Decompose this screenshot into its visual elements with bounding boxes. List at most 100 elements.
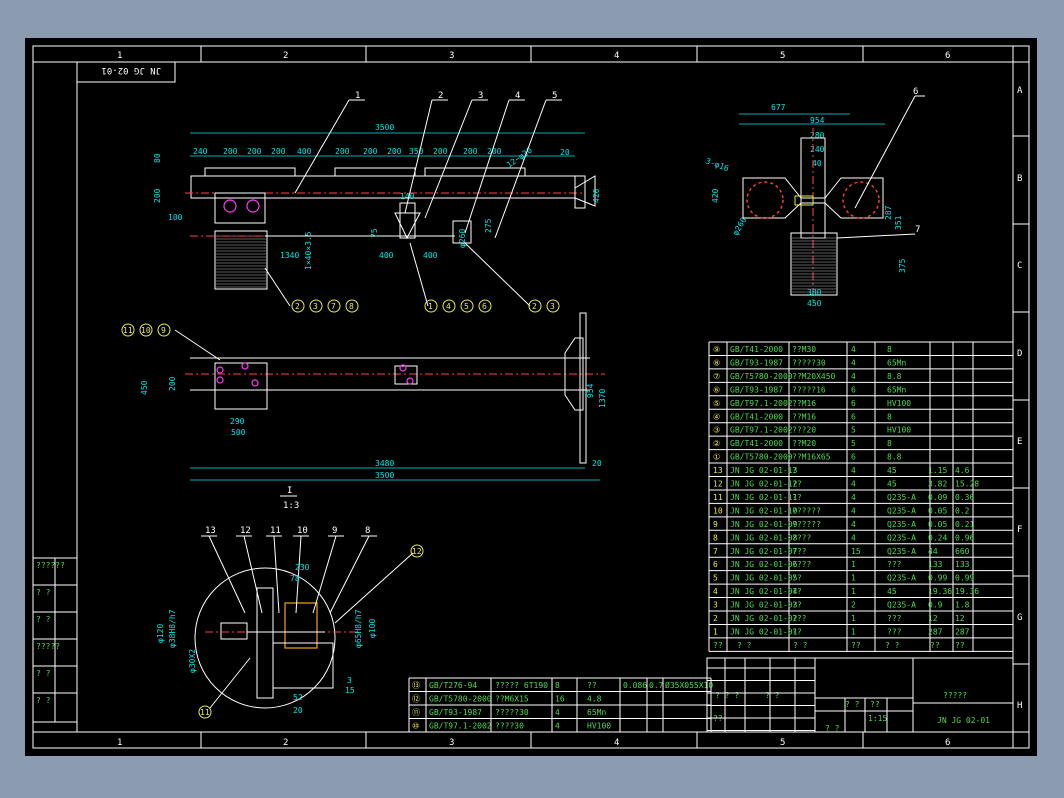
- dim-3480: 3480: [375, 459, 394, 468]
- bom-bottom-cell: 4: [555, 722, 560, 731]
- drawing-sheet: 123456 123456 ABCDEFGH JN JG 02-01 3500 …: [25, 38, 1037, 756]
- bom-header-cell: ??: [851, 641, 861, 650]
- title-name: ?????: [943, 691, 967, 700]
- bom-cell: ???: [792, 547, 807, 556]
- bom-cell: 8: [887, 439, 892, 448]
- seg-dim: 200: [223, 147, 238, 156]
- bom-cell: 287: [955, 627, 970, 636]
- dim-phi260-side: φ260: [731, 216, 749, 237]
- bom-cell: 10: [713, 506, 723, 515]
- bom-cell: ??: [792, 480, 802, 489]
- bom-cell: 4.6: [955, 466, 970, 475]
- zone-col-bottom-5: 5: [780, 738, 785, 748]
- dim-420: 420: [592, 188, 601, 203]
- detail-label-11: 11: [270, 526, 281, 536]
- bom-cell: GB/T5780-2000: [730, 372, 793, 381]
- bom-bottom-cell: ?????30: [495, 708, 529, 717]
- callout-mid-1: 1: [428, 302, 433, 311]
- bom-cell: 19.36: [955, 587, 979, 596]
- bom-cell: 1: [851, 560, 856, 569]
- bom-header-cell: ? ?: [885, 641, 900, 650]
- zone-right: A B C D E F G H: [1012, 46, 1029, 748]
- bom-cell: 8.8: [887, 453, 902, 462]
- title-drawing-no: JN JG 02-01: [937, 716, 990, 725]
- bom-cell: JN JG 02-01-04: [730, 587, 798, 596]
- bom-cell: 0.36: [955, 493, 974, 502]
- plan-view: 450 200 290 500 3480 3500 954 1370 20 11…: [121, 312, 607, 481]
- bom-cell: ①: [713, 453, 720, 462]
- detail-label-12: 12: [240, 526, 251, 536]
- bom-cell: GB/T97.1-2002: [730, 426, 793, 435]
- bom-bottom-cell: ????30: [495, 722, 524, 731]
- bom-cell: ⑨: [713, 345, 720, 354]
- detail-label-10: 10: [297, 526, 308, 536]
- bom-cell: 45: [887, 480, 897, 489]
- bom-cell: 4: [851, 466, 856, 475]
- bom-cell: 15: [851, 547, 861, 556]
- bom-cell: JN JG 02-01-02: [730, 614, 798, 623]
- seg-dim: 200: [487, 147, 502, 156]
- balloon-6: 6: [913, 87, 918, 97]
- bom-cell: 8: [887, 412, 892, 421]
- bom-cell: JN JG 02-01-11: [730, 493, 798, 502]
- bom-cell: 15.28: [955, 480, 979, 489]
- bom-cell: ??M20: [792, 439, 816, 448]
- dim-450-plan: 450: [140, 380, 149, 395]
- zone-row-H: H: [1017, 701, 1022, 711]
- detail-label-8: 8: [365, 526, 370, 536]
- bom-cell: ??: [792, 493, 802, 502]
- bom-cell: GB/T41-2000: [730, 412, 783, 421]
- bom-cell: 3.82: [928, 480, 947, 489]
- bom-cell: GB/T41-2000: [730, 439, 783, 448]
- bom-cell: 5: [713, 574, 718, 583]
- bom-cell: JN JG 02-01-09: [730, 520, 798, 529]
- seg-dim: 200: [271, 147, 286, 156]
- bom-bottom-cell: ⑫: [412, 695, 420, 704]
- bom-cell: ⑧: [713, 358, 720, 367]
- bom-cell: 8: [713, 533, 718, 542]
- bom-cell: JN JG 02-01-13: [730, 466, 798, 475]
- bom-cell: GB/T93-1987: [730, 385, 783, 394]
- bom-cell: 45: [887, 466, 897, 475]
- bom-cell: 9: [713, 520, 718, 529]
- drawing-no-rotated: JN JG 02-01: [101, 65, 161, 75]
- bom-cell: ??: [792, 627, 802, 636]
- bom-bottom-cell: Ø35X055X10: [665, 680, 713, 690]
- dim-3phi16: 3-φ16: [704, 156, 730, 173]
- bom-header-cell: ??: [930, 641, 940, 650]
- strip-cell: ? ?: [36, 588, 51, 597]
- strip-cell: ? ?: [36, 615, 51, 624]
- bom-cell: ??M16: [792, 412, 816, 421]
- bom-cell: 0.05: [928, 520, 947, 529]
- bom-cell: Q235-A: [887, 493, 916, 502]
- balloon-2: 2: [438, 91, 443, 101]
- detail-label-13: 13: [205, 526, 216, 536]
- bom-cell: ???: [792, 614, 807, 623]
- dim-954: 954: [810, 116, 825, 125]
- plan-callout-11: 11: [123, 326, 133, 335]
- callout-mid-6: 6: [482, 302, 487, 311]
- zone-col-3: 3: [449, 51, 454, 61]
- bom-cell: ???: [887, 614, 902, 623]
- dim-420-side: 420: [711, 188, 720, 203]
- dim-230: 230: [295, 563, 310, 572]
- bom-cell: 0.09: [928, 493, 947, 502]
- bom-cell: 6: [851, 453, 856, 462]
- bom-cell: 133: [955, 560, 970, 569]
- plan-callout-10: 10: [141, 326, 151, 335]
- dim-400a: 400: [379, 251, 394, 260]
- bom-cell: 4: [713, 587, 718, 596]
- bom-header-cell: ? ?: [793, 641, 808, 650]
- balloon-5: 5: [552, 91, 557, 101]
- dim-280: 280: [810, 131, 825, 140]
- bom-cell: Q235-A: [887, 547, 916, 556]
- dim-78: 78: [290, 574, 300, 583]
- bom-cell: 1: [851, 627, 856, 636]
- callout-mid-4: 4: [446, 302, 451, 311]
- bom-cell: 12: [713, 480, 723, 489]
- bom-cell: JN JG 02-01-05: [730, 574, 798, 583]
- bom-cell: 45: [887, 587, 897, 596]
- bom-cell: JN JG 02-01-08: [730, 533, 798, 542]
- dim-351: 351: [894, 215, 903, 230]
- dim-450: 450: [807, 299, 822, 308]
